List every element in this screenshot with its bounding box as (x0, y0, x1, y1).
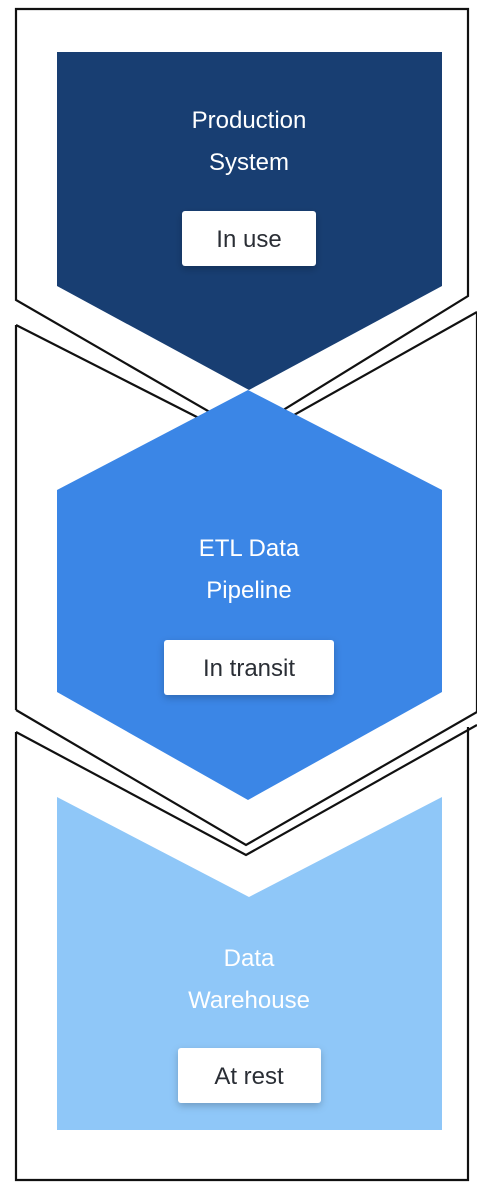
stage-data-warehouse: Data Warehouse At rest (57, 797, 442, 1130)
status-badge-in-transit: In transit (164, 640, 334, 695)
stage-title-etl-line1: ETL Data (199, 535, 300, 562)
data-flow-diagram: Production System In use ETL Data Pipeli… (14, 7, 477, 1182)
status-label-in-transit: In transit (203, 655, 295, 682)
stage-etl-data-pipeline: ETL Data Pipeline In transit (57, 390, 442, 800)
status-label-at-rest: At rest (214, 1063, 284, 1090)
status-label-in-use: In use (216, 226, 281, 253)
status-badge-in-use: In use (182, 211, 316, 266)
stage-title-production-line1: Production (192, 107, 307, 134)
stage-title-etl-line2: Pipeline (206, 577, 291, 604)
stage-title-production-line2: System (209, 149, 289, 176)
stage-production-system: Production System In use (57, 52, 442, 390)
status-badge-at-rest: At rest (178, 1048, 321, 1103)
stage-title-warehouse-line2: Warehouse (188, 987, 310, 1014)
stage-title-warehouse-line1: Data (224, 945, 275, 972)
